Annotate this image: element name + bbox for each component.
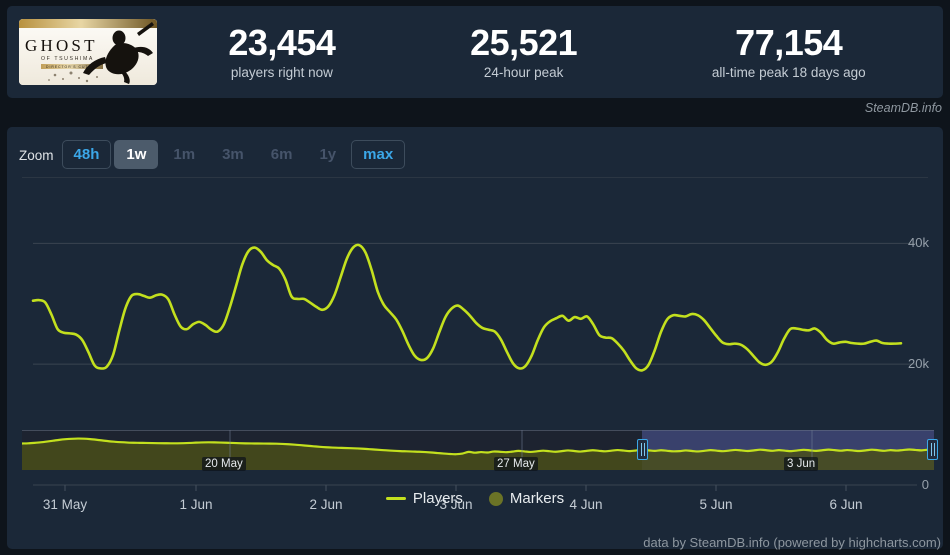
players-line-swatch xyxy=(385,497,406,500)
navigator-date-27-May: 27 May xyxy=(494,457,538,471)
legend-item-markers[interactable]: Markers xyxy=(488,490,565,507)
stat-24-hour-peak: 25,521 24-hour peak xyxy=(464,21,583,82)
zoom-button-1m[interactable]: 1m xyxy=(161,140,207,169)
zoom-button-3m[interactable]: 3m xyxy=(210,140,256,169)
game-stats-header: GHOST OF TSUSHIMA DIRECTOR'S CUT 23,454 … xyxy=(7,6,943,98)
svg-text:GHOST: GHOST xyxy=(25,36,98,55)
zoom-button-max[interactable]: max xyxy=(351,140,406,169)
svg-text:DIRECTOR'S CUT: DIRECTOR'S CUT xyxy=(46,65,88,69)
navigator-date-20-May: 20 May xyxy=(202,457,246,471)
navigator-handle-right[interactable] xyxy=(927,439,938,460)
y-axis-tick-40k: 40k xyxy=(908,235,929,251)
zoom-divider xyxy=(22,177,928,178)
stat-value: 25,521 xyxy=(470,21,578,63)
game-cover-art: GHOST OF TSUSHIMA DIRECTOR'S CUT xyxy=(19,19,157,85)
zoom-button-6m[interactable]: 6m xyxy=(259,140,305,169)
markers-dot-swatch xyxy=(488,491,503,506)
stat-value: 23,454 xyxy=(228,21,336,63)
steamdb-attribution: SteamDB.info xyxy=(864,101,942,115)
y-axis-tick-20k: 20k xyxy=(908,356,929,372)
stat-all-time-peak: 77,154 all-time peak 18 days ago xyxy=(706,21,872,82)
chart-navigator[interactable]: 20 May 27 May 3 Jun xyxy=(20,430,938,477)
stats-row: 23,454 players right now 25,521 24-hour … xyxy=(157,21,943,82)
zoom-button-1w[interactable]: 1w xyxy=(114,140,159,169)
chart-legend: Players Markers xyxy=(7,490,943,507)
game-cover-thumbnail[interactable]: GHOST OF TSUSHIMA DIRECTOR'S CUT xyxy=(19,19,157,85)
steamdb-chart-page: GHOST OF TSUSHIMA DIRECTOR'S CUT 23,454 … xyxy=(0,0,950,555)
navigator-handle-left[interactable] xyxy=(637,439,648,460)
stat-label: 24-hour peak xyxy=(483,64,564,80)
data-source-credit: data by SteamDB.info (powered by highcha… xyxy=(643,535,941,550)
legend-item-players[interactable]: Players xyxy=(385,490,463,507)
legend-label: Markers xyxy=(509,490,565,507)
player-count-chart-panel: Zoom 48h 1w 1m 3m 6m 1y max 40k 20k 0 31 May 1 Ju… xyxy=(7,127,943,549)
stat-label: all-time peak 18 days ago xyxy=(711,64,866,80)
zoom-button-1y[interactable]: 1y xyxy=(307,140,348,169)
stat-value: 77,154 xyxy=(735,21,843,63)
zoom-button-48h[interactable]: 48h xyxy=(61,140,112,169)
legend-label: Players xyxy=(412,490,463,507)
zoom-label: Zoom xyxy=(19,147,54,163)
stat-label: players right now xyxy=(230,64,333,80)
zoom-button-group: 48h 1w 1m 3m 6m 1y max xyxy=(61,140,409,169)
navigator-date-3-Jun: 3 Jun xyxy=(784,457,819,471)
zoom-range-selector: Zoom 48h 1w 1m 3m 6m 1y max xyxy=(19,140,408,170)
stat-players-right-now: 23,454 players right now xyxy=(222,21,341,82)
svg-text:OF TSUSHIMA: OF TSUSHIMA xyxy=(41,56,94,62)
